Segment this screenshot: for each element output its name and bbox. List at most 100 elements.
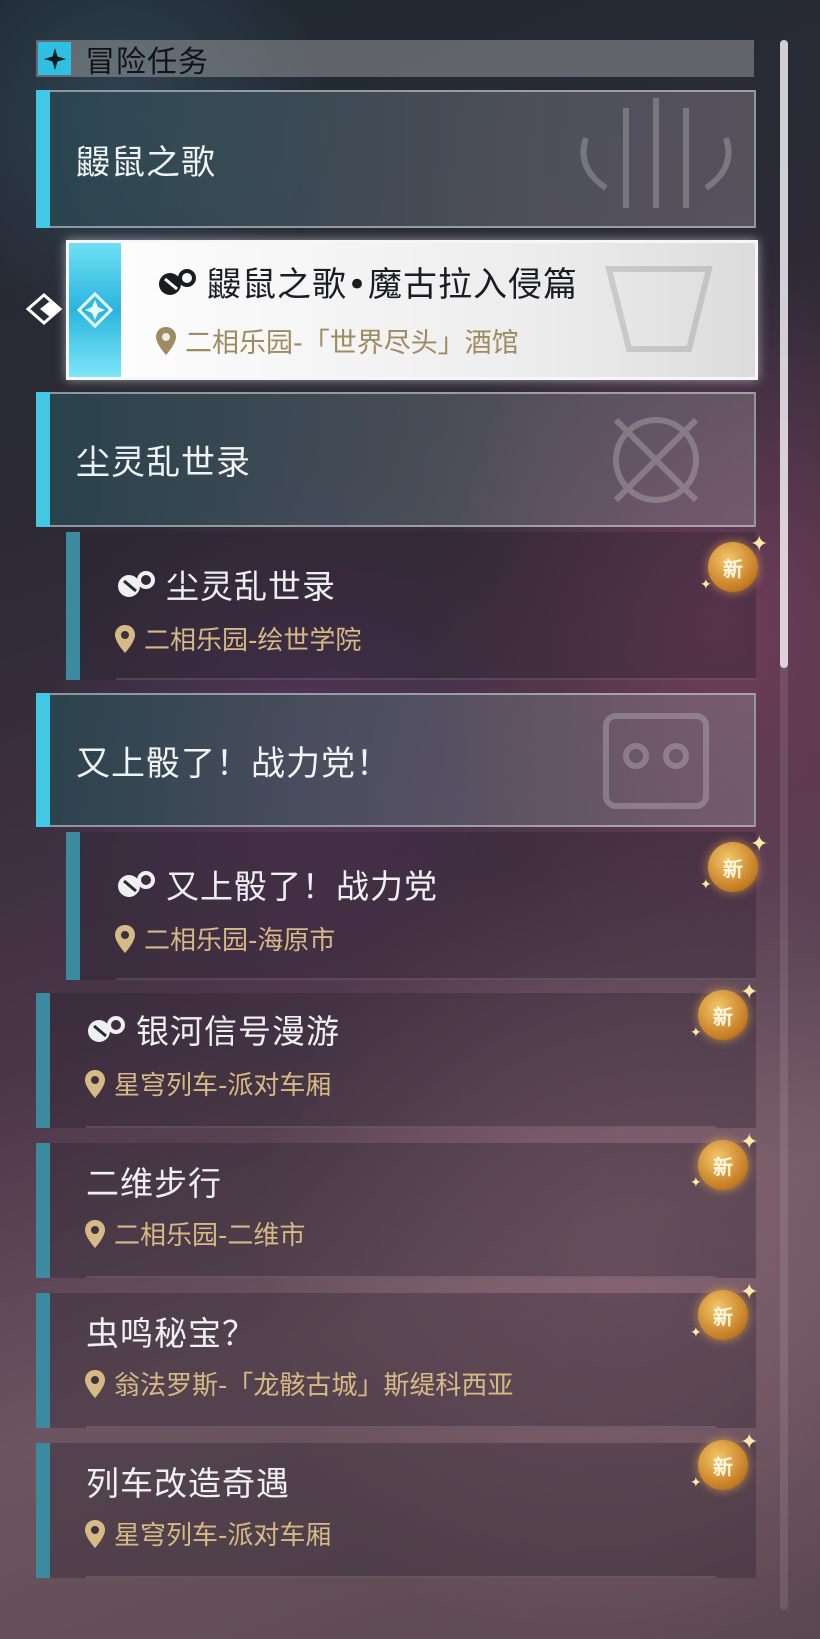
quest-location-row: 星穹列车-派对车厢	[84, 1515, 331, 1552]
new-badge-label: 新	[713, 1004, 733, 1029]
group-emblem-icon	[603, 713, 709, 809]
quest-location: 二相乐园-海原市	[144, 926, 336, 956]
quest-title: 又上骰了！战力党	[166, 867, 438, 906]
quest-emblem-icon	[605, 266, 713, 352]
quest-title-row: 银河信号漫游	[86, 1005, 340, 1053]
new-badge-label: 新	[713, 1304, 733, 1329]
list-item[interactable]: 又上骰了！战力党 二相乐园-海原市	[66, 832, 756, 980]
list-item[interactable]: 列车改造奇遇 星穹列车-派对车厢	[36, 1443, 756, 1578]
list-item[interactable]: 尘灵乱世录 二相乐园-绘世学院	[66, 532, 756, 680]
group-emblem-icon	[613, 417, 699, 503]
sparkle-icon: ✦	[690, 1475, 702, 1491]
new-badge-label: 新	[713, 1454, 733, 1479]
new-badge-label: 新	[723, 556, 743, 581]
section-header: 冒险任务	[36, 40, 754, 80]
list-item[interactable]: 虫鸣秘宝？ 翁法罗斯-「龙骸古城」斯缇科西亚	[36, 1293, 756, 1428]
quest-title-row: 尘灵乱世录	[116, 560, 336, 608]
new-badge: 新 ✦ ✦	[690, 1432, 758, 1492]
location-pin-icon	[115, 624, 135, 653]
quest-title: 鼹鼠之歌•魔古拉入侵篇	[207, 265, 579, 305]
sparkle-icon: ✦	[750, 532, 769, 557]
quest-accent-bar	[36, 993, 50, 1128]
quest-accent-bar	[66, 832, 80, 980]
quest-title-row: 列车改造奇遇	[86, 1457, 290, 1505]
location-pin-icon	[85, 1369, 105, 1398]
adventure-quest-icon	[159, 268, 196, 295]
sparkle-icon: ✦	[740, 1280, 759, 1305]
quest-title: 银河信号漫游	[136, 1012, 340, 1051]
group-title: 鼹鼠之歌	[76, 142, 216, 183]
divider	[86, 1276, 716, 1278]
quest-accent-bar	[66, 532, 80, 680]
quest-title-row: 鼹鼠之歌•魔古拉入侵篇	[157, 257, 578, 306]
new-badge-label: 新	[713, 1154, 733, 1179]
new-badge: 新 ✦ ✦	[690, 1282, 758, 1342]
scrollbar[interactable]	[780, 40, 788, 1610]
group-emblem-icon	[580, 98, 732, 208]
divider	[116, 678, 756, 680]
list-item[interactable]: 银河信号漫游 星穹列车-派对车厢	[36, 993, 756, 1128]
quest-title: 二维步行	[86, 1164, 222, 1203]
group-accent-bar	[36, 90, 50, 228]
location-pin-icon	[85, 1219, 105, 1248]
divider	[86, 1576, 716, 1578]
new-badge: 新 ✦ ✦	[690, 1132, 758, 1192]
quest-accent-bar	[36, 1443, 50, 1578]
quest-group-header[interactable]: 尘灵乱世录	[36, 392, 756, 527]
location-pin-icon	[156, 326, 176, 355]
sparkle-icon: ✦	[700, 577, 712, 593]
new-badge: 新 ✦ ✦	[700, 834, 768, 894]
sparkle-icon: ✦	[690, 1325, 702, 1341]
quest-group-header[interactable]: 鼹鼠之歌	[36, 90, 756, 228]
new-badge: 新 ✦ ✦	[690, 982, 758, 1042]
quest-location: 二相乐园-「世界尽头」酒馆	[185, 328, 519, 359]
quest-location-row: 二相乐园-海原市	[114, 920, 335, 957]
adventure-quest-icon	[118, 571, 155, 597]
adventure-quest-icon	[88, 1016, 125, 1042]
selected-indicator	[69, 243, 121, 377]
selection-arrow-icon	[26, 293, 63, 325]
list-item[interactable]: 二维步行 二相乐园-二维市	[36, 1143, 756, 1278]
quest-location-row: 翁法罗斯-「龙骸古城」斯缇科西亚	[84, 1365, 513, 1402]
sparkle-icon: ✦	[700, 877, 712, 893]
quest-location: 星穹列车-派对车厢	[114, 1521, 332, 1551]
sparkle-icon: ✦	[740, 980, 759, 1005]
quest-title: 虫鸣秘宝？	[86, 1314, 256, 1353]
divider	[116, 978, 756, 980]
quest-title-row: 二维步行	[86, 1157, 222, 1205]
quest-title: 尘灵乱世录	[166, 567, 336, 606]
selected-quest-item[interactable]: 鼹鼠之歌•魔古拉入侵篇 二相乐园-「世界尽头」酒馆	[66, 240, 758, 380]
divider	[86, 1426, 716, 1428]
quest-title-row: 又上骰了！战力党	[116, 860, 438, 908]
diamond-icon	[77, 292, 113, 328]
quest-group-header[interactable]: 又上骰了！战力党！	[36, 693, 756, 827]
new-badge: 新 ✦ ✦	[700, 534, 768, 594]
adventure-star-icon	[38, 42, 71, 75]
quest-location-row: 二相乐园-二维市	[84, 1215, 305, 1252]
quest-location: 星穹列车-派对车厢	[114, 1071, 332, 1101]
quest-location: 二相乐园-绘世学院	[144, 626, 362, 656]
sparkle-icon: ✦	[690, 1025, 702, 1041]
group-title: 尘灵乱世录	[76, 443, 251, 483]
group-accent-bar	[36, 693, 50, 827]
group-title: 又上骰了！战力党！	[76, 743, 391, 784]
sparkle-icon: ✦	[740, 1130, 759, 1155]
divider	[86, 1126, 716, 1128]
quest-accent-bar	[36, 1143, 50, 1278]
quest-accent-bar	[36, 1293, 50, 1428]
quest-location-row: 星穹列车-派对车厢	[84, 1065, 331, 1102]
quest-location: 二相乐园-二维市	[114, 1221, 306, 1251]
quest-location-row: 二相乐园-绘世学院	[114, 620, 361, 657]
location-pin-icon	[115, 924, 135, 953]
quest-title-row: 虫鸣秘宝？	[86, 1307, 256, 1355]
section-title: 冒险任务	[85, 44, 209, 80]
sparkle-icon: ✦	[690, 1175, 702, 1191]
scroll-thumb[interactable]	[780, 40, 788, 668]
location-pin-icon	[85, 1519, 105, 1548]
quest-title: 列车改造奇遇	[86, 1464, 290, 1503]
sparkle-icon: ✦	[750, 832, 769, 857]
new-badge-label: 新	[723, 856, 743, 881]
group-accent-bar	[36, 392, 50, 527]
quest-location-row: 二相乐园-「世界尽头」酒馆	[155, 321, 519, 360]
location-pin-icon	[85, 1069, 105, 1098]
